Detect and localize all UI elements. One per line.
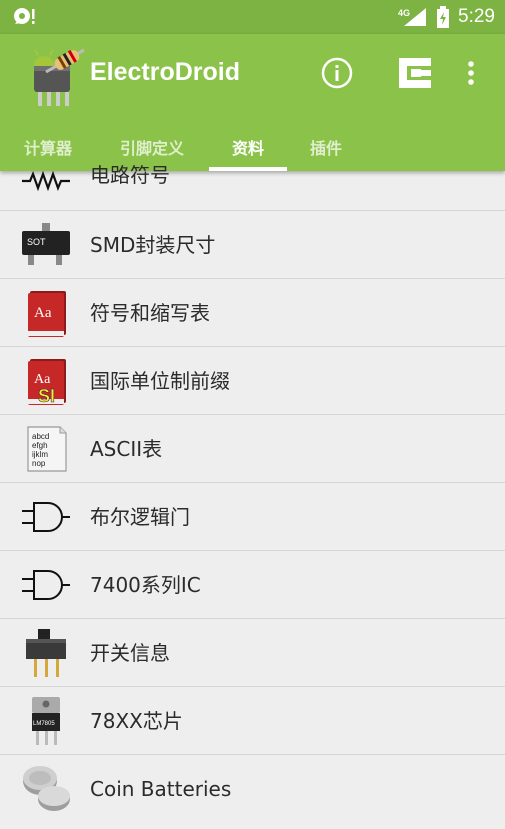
list-item[interactable]: 开关信息 — [0, 619, 505, 687]
app-bar: ElectroDroid 计算器 引脚定义 资料 插件 — [0, 34, 505, 171]
sot-chip-icon: SOT — [22, 223, 70, 265]
overflow-menu-button[interactable] — [464, 56, 478, 90]
status-bar: 4G 5:29 — [0, 0, 505, 34]
list-item[interactable]: Aa SI 国际单位制前缀 — [0, 347, 505, 415]
svg-text:LM7805: LM7805 — [33, 721, 55, 727]
svg-text:efgh: efgh — [32, 441, 48, 450]
si-book-icon: Aa SI — [28, 359, 66, 406]
list-item[interactable]: LM7805 78XX芯片 — [0, 687, 505, 755]
svg-text:SI: SI — [38, 386, 55, 406]
info-button[interactable] — [320, 56, 354, 90]
app-title: ElectroDroid — [90, 58, 241, 86]
app-logo-icon — [34, 48, 85, 106]
plugin-connector-button[interactable] — [397, 56, 435, 90]
and-gate-icon — [22, 502, 70, 532]
svg-text:ijklm: ijklm — [32, 450, 48, 459]
ascii-page-icon: abcd efgh ijklm nop — [27, 426, 67, 472]
svg-text:SOT: SOT — [27, 237, 46, 247]
clock: 5:29 — [458, 6, 495, 27]
list-item[interactable]: 布尔逻辑门 — [0, 483, 505, 551]
svg-text:Aa: Aa — [34, 372, 51, 387]
dictionary-book-icon: Aa — [28, 291, 66, 337]
regulator-chip-icon: LM7805 — [32, 697, 60, 745]
svg-text:nop: nop — [32, 459, 46, 468]
list-item[interactable]: Coin Batteries — [0, 755, 505, 823]
svg-text:abcd: abcd — [32, 432, 49, 441]
list-item[interactable]: 电路符号 — [0, 155, 505, 211]
signal-icon: 4G — [398, 8, 427, 26]
svg-text:Aa: Aa — [34, 305, 52, 321]
list-item[interactable]: abcd efgh ijklm nop ASCII表 — [0, 415, 505, 483]
coin-battery-icon — [23, 766, 70, 811]
and-gate-icon — [22, 570, 70, 600]
list-item[interactable]: 7400系列IC — [0, 551, 505, 619]
list-item[interactable]: SOT SMD封装尺寸 — [0, 211, 505, 279]
resistor-symbol-icon — [22, 170, 70, 192]
notification-icon — [14, 8, 35, 24]
battery-icon — [437, 6, 450, 28]
network-type: 4G — [398, 8, 410, 18]
slide-switch-icon — [26, 629, 66, 677]
list-item[interactable]: Aa 符号和缩写表 — [0, 279, 505, 347]
